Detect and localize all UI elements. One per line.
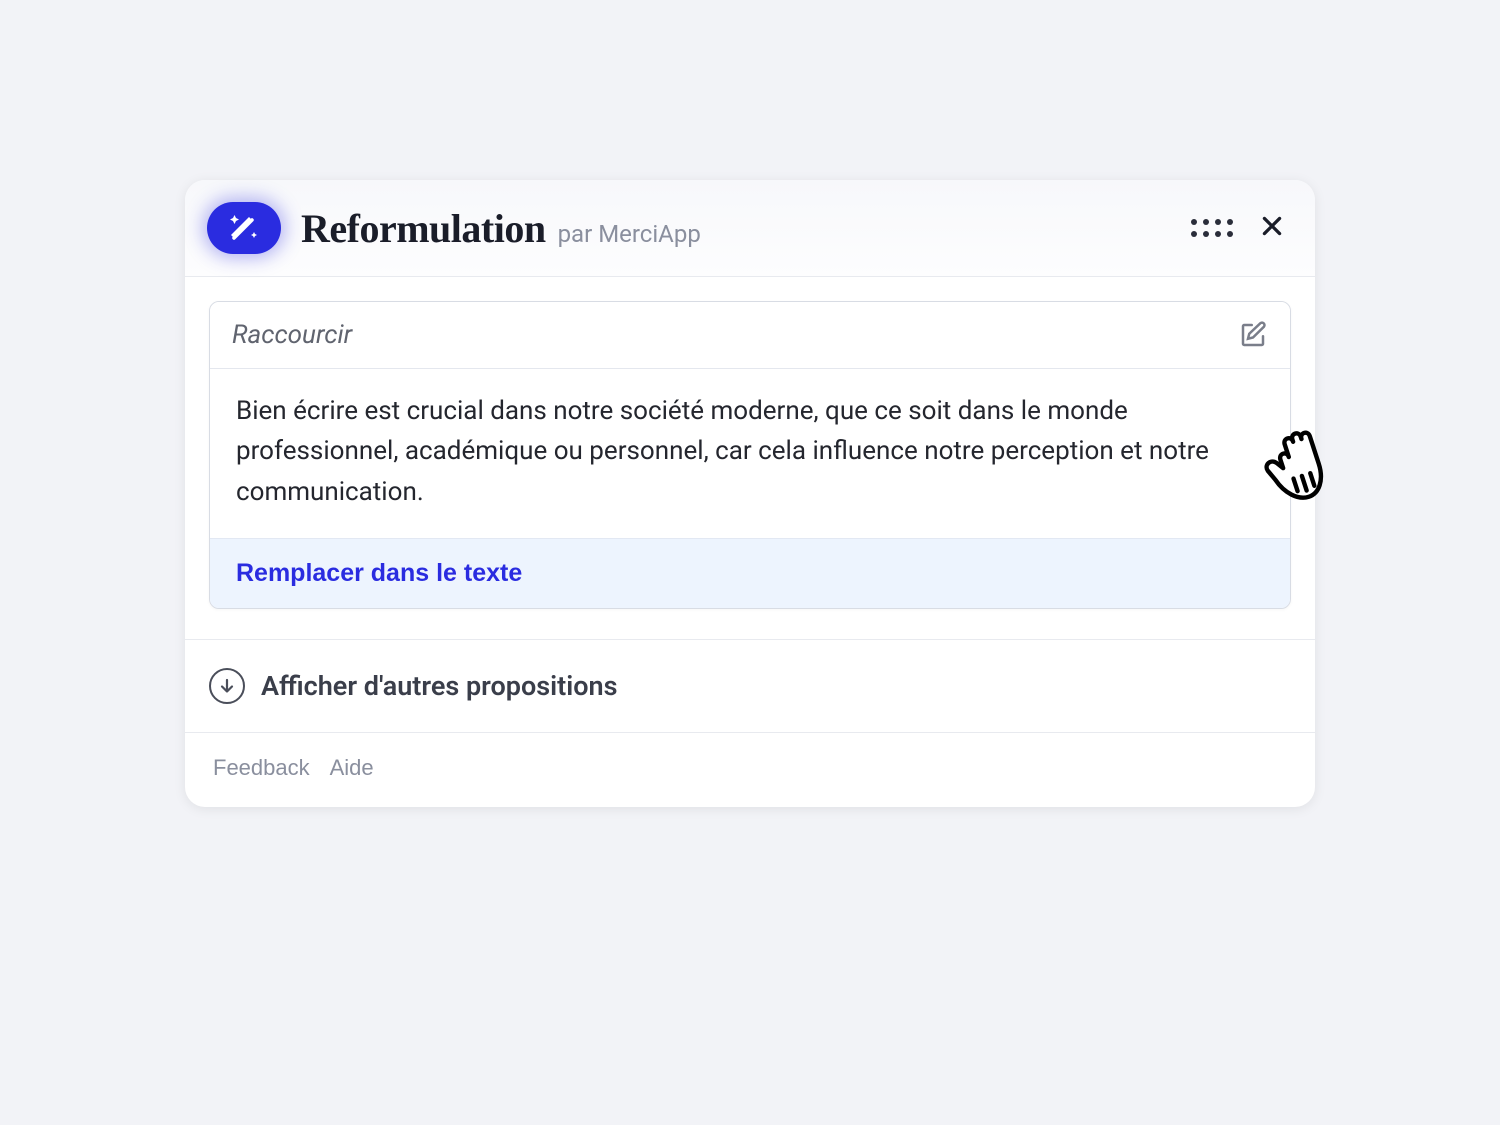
more-suggestions-label: Afficher d'autres propositions	[261, 670, 617, 702]
more-suggestions-row[interactable]: Afficher d'autres propositions	[185, 639, 1315, 732]
close-button[interactable]	[1259, 213, 1285, 243]
edit-button[interactable]	[1238, 320, 1268, 350]
magic-wand-badge	[207, 202, 281, 254]
suggestion-text: Bien écrire est crucial dans notre socié…	[210, 369, 1290, 538]
replace-in-text-button[interactable]: Remplacer dans le texte	[236, 559, 522, 588]
title-group: Reformulation par MerciApp	[301, 205, 1191, 252]
header-actions	[1191, 213, 1285, 243]
reformulation-card: Reformulation par MerciApp Raccourcir	[185, 180, 1315, 807]
magic-wand-icon	[226, 210, 262, 246]
card-header: Reformulation par MerciApp	[185, 180, 1315, 277]
edit-icon	[1238, 320, 1268, 350]
card-title: Reformulation	[301, 205, 546, 252]
help-link[interactable]: Aide	[330, 755, 374, 781]
card-footer: Feedback Aide	[185, 732, 1315, 807]
suggestion-panel: Raccourcir Bien écrire est crucial dans …	[209, 301, 1291, 609]
drag-handle-icon[interactable]	[1191, 219, 1233, 237]
arrow-down-circle-icon	[209, 668, 245, 704]
panel-header: Raccourcir	[210, 302, 1290, 369]
replace-row: Remplacer dans le texte	[210, 538, 1290, 608]
mode-label: Raccourcir	[232, 320, 352, 350]
card-content: Raccourcir Bien écrire est crucial dans …	[185, 277, 1315, 609]
card-subtitle: par MerciApp	[558, 220, 701, 248]
feedback-link[interactable]: Feedback	[213, 755, 310, 781]
